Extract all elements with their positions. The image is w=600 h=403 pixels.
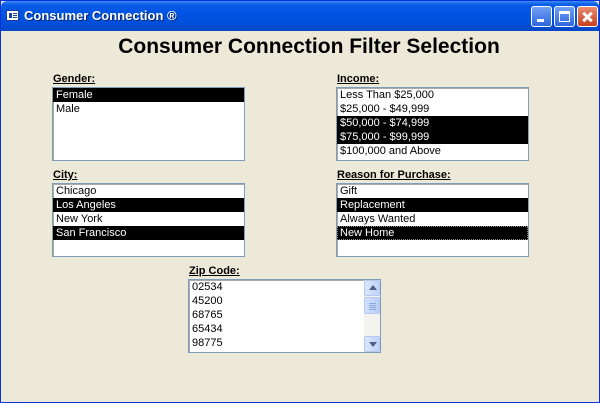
- reason-label: Reason for Purchase:: [337, 169, 451, 181]
- city-option[interactable]: Chicago: [53, 184, 244, 198]
- scroll-thumb[interactable]: [364, 297, 380, 314]
- city-option[interactable]: New York: [53, 212, 244, 226]
- reason-option[interactable]: Replacement: [337, 198, 528, 212]
- reason-listbox[interactable]: Gift Replacement Always Wanted New Home: [336, 183, 529, 257]
- close-icon: [578, 7, 597, 26]
- grip-line: [369, 303, 376, 304]
- zip-label: Zip Code:: [189, 265, 240, 277]
- window-title: Consumer Connection ®: [24, 8, 177, 23]
- arrow-up-icon: [369, 285, 377, 290]
- zip-option[interactable]: 68765: [189, 308, 380, 322]
- income-option[interactable]: $25,000 - $49,999: [337, 102, 528, 116]
- income-listbox[interactable]: Less Than $25,000 $25,000 - $49,999 $50,…: [336, 87, 529, 161]
- arrow-down-icon: [369, 342, 377, 347]
- city-listbox[interactable]: Chicago Los Angeles New York San Francis…: [52, 183, 245, 257]
- city-label: City:: [53, 169, 78, 181]
- scroll-up-button[interactable]: [364, 280, 380, 296]
- zip-option[interactable]: 65434: [189, 322, 380, 336]
- zip-option[interactable]: 45200: [189, 294, 380, 308]
- zip-option[interactable]: 98775: [189, 336, 380, 350]
- city-option[interactable]: San Francisco: [53, 226, 244, 240]
- zip-listbox[interactable]: 02534 45200 68765 65434 98775: [188, 279, 381, 353]
- zip-scrollbar[interactable]: [364, 280, 380, 352]
- minimize-icon: [537, 19, 544, 22]
- reason-option[interactable]: Always Wanted: [337, 212, 528, 226]
- income-label: Income:: [337, 73, 380, 85]
- gender-option[interactable]: Female: [53, 88, 244, 102]
- reason-option[interactable]: New Home: [337, 226, 528, 240]
- city-option[interactable]: Los Angeles: [53, 198, 244, 212]
- maximize-button[interactable]: [554, 6, 575, 27]
- maximize-icon: [559, 11, 570, 22]
- app-window: Consumer Connection ® Consumer Connectio…: [0, 0, 600, 403]
- gender-label: Gender:: [53, 73, 96, 85]
- form-icon[interactable]: [6, 10, 19, 21]
- reason-option[interactable]: Gift: [337, 184, 528, 198]
- grip-line: [369, 305, 376, 306]
- income-option[interactable]: $100,000 and Above: [337, 144, 528, 158]
- gender-listbox[interactable]: Female Male: [52, 87, 245, 161]
- scroll-down-button[interactable]: [364, 336, 380, 352]
- minimize-button[interactable]: [531, 6, 552, 27]
- form-title: Consumer Connection Filter Selection: [118, 35, 500, 58]
- income-option[interactable]: $75,000 - $99,999: [337, 130, 528, 144]
- title-bar[interactable]: Consumer Connection ®: [1, 1, 599, 31]
- income-option[interactable]: Less Than $25,000: [337, 88, 528, 102]
- grip-line: [369, 309, 376, 310]
- grip-line: [369, 307, 376, 308]
- gender-option[interactable]: Male: [53, 102, 244, 116]
- income-option[interactable]: $50,000 - $74,999: [337, 116, 528, 130]
- zip-option[interactable]: 02534: [189, 280, 380, 294]
- close-button[interactable]: [577, 6, 598, 27]
